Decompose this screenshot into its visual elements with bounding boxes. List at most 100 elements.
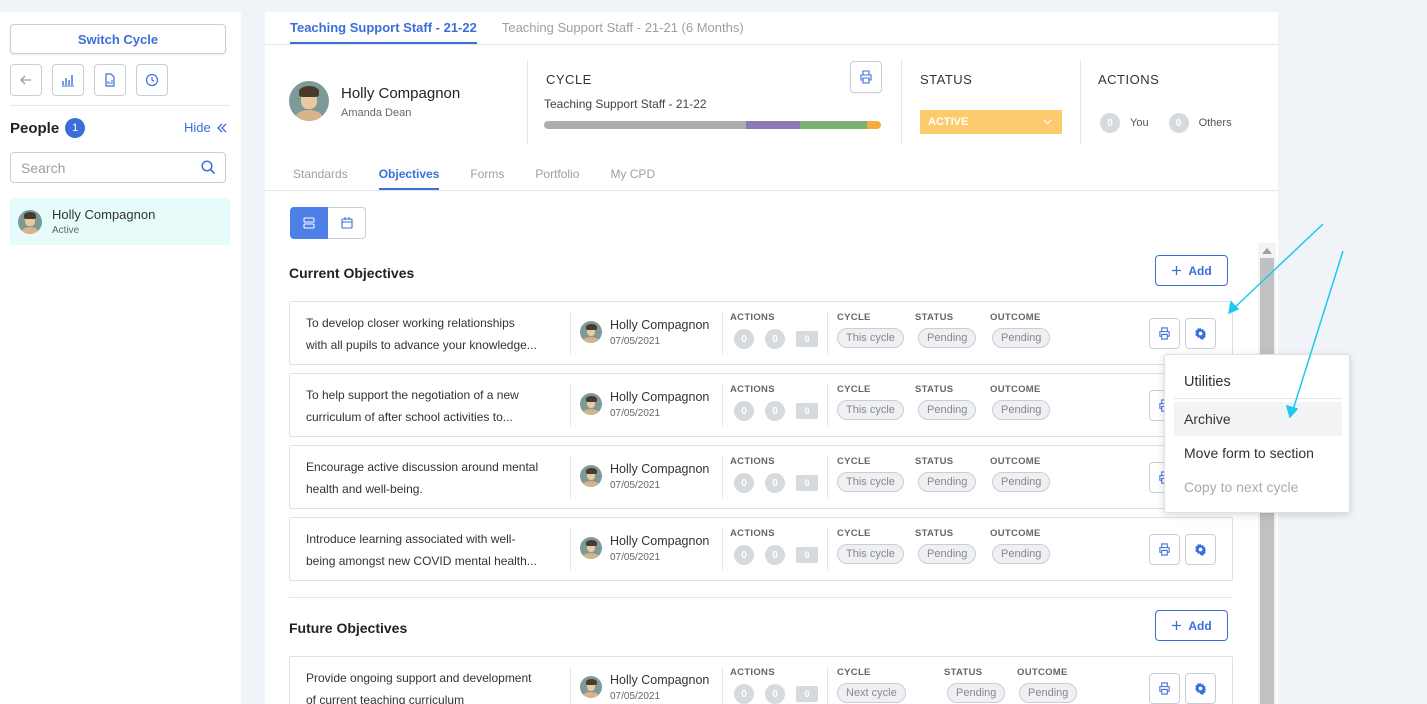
objective-action-counts: 000 bbox=[734, 684, 818, 704]
add-future-objective-button[interactable]: Add bbox=[1155, 610, 1228, 641]
printer-icon bbox=[860, 70, 872, 84]
objective-description[interactable]: Introduce learning associated with well-… bbox=[306, 528, 568, 572]
actions-col-label: ACTIONS bbox=[730, 456, 775, 467]
print-button[interactable] bbox=[850, 61, 882, 93]
objective-date: 07/05/2021 bbox=[610, 336, 661, 347]
person-list-item[interactable]: Holly Compagnon Active bbox=[10, 198, 230, 245]
clock-icon bbox=[145, 73, 159, 87]
status-col-label: STATUS bbox=[915, 312, 954, 323]
tab-objectives[interactable]: Objectives bbox=[378, 167, 440, 190]
person-role: Amanda Dean bbox=[341, 107, 412, 119]
objective-text-line: with all pupils to advance your knowledg… bbox=[306, 338, 537, 352]
report-button[interactable] bbox=[94, 64, 126, 96]
hide-people-link[interactable]: Hide bbox=[184, 120, 227, 135]
divider bbox=[570, 667, 571, 704]
status-value: ACTIVE bbox=[928, 116, 969, 128]
folder-count: 0 bbox=[804, 334, 810, 344]
printer-icon bbox=[1159, 543, 1170, 556]
list-icon bbox=[303, 217, 315, 229]
menu-item-archive[interactable]: Archive bbox=[1174, 402, 1342, 436]
objective-text-line: health and well-being. bbox=[306, 482, 423, 496]
tab-cycle-21-22[interactable]: Teaching Support Staff - 21-22 bbox=[290, 12, 477, 44]
menu-header-utilities: Utilities bbox=[1184, 374, 1231, 390]
add-current-objective-button[interactable]: Add bbox=[1155, 255, 1228, 286]
hide-label: Hide bbox=[184, 120, 211, 135]
switch-cycle-button[interactable]: Switch Cycle bbox=[10, 24, 226, 54]
outcome-col-label: OUTCOME bbox=[990, 456, 1041, 467]
objective-row[interactable]: To develop closer working relationships w… bbox=[289, 301, 1233, 365]
row-print-button[interactable] bbox=[1149, 534, 1180, 565]
search-icon[interactable] bbox=[201, 160, 216, 175]
row-settings-button[interactable] bbox=[1185, 534, 1216, 565]
back-button[interactable] bbox=[10, 64, 42, 96]
plus-icon bbox=[1172, 266, 1182, 275]
objective-row[interactable]: Introduce learning associated with well-… bbox=[289, 517, 1233, 581]
folder-icon: 0 bbox=[796, 331, 818, 347]
status-pill: Pending bbox=[918, 328, 977, 348]
avatar bbox=[580, 393, 602, 415]
avatar bbox=[289, 81, 329, 121]
main-panel: Teaching Support Staff - 21-22 Teaching … bbox=[265, 12, 1278, 704]
menu-item-move-form[interactable]: Move form to section bbox=[1174, 436, 1342, 470]
objective-text-line: curriculum of after school activities to… bbox=[306, 410, 513, 424]
folder-count: 0 bbox=[804, 406, 810, 416]
printer-icon bbox=[1159, 327, 1170, 340]
row-print-button[interactable] bbox=[1149, 318, 1180, 349]
objective-row[interactable]: Encourage active discussion around menta… bbox=[289, 445, 1233, 509]
outcome-pill: Pending bbox=[1019, 683, 1078, 703]
objective-row[interactable]: Provide ongoing support and development o… bbox=[289, 656, 1233, 704]
calendar-view-button[interactable] bbox=[328, 207, 366, 239]
divider bbox=[570, 456, 571, 498]
cycle-label: CYCLE bbox=[546, 72, 592, 87]
objective-date: 07/05/2021 bbox=[610, 552, 661, 563]
objective-text-line: of current teaching curriculum bbox=[306, 693, 465, 704]
owner-avatar bbox=[580, 537, 602, 559]
divider bbox=[570, 312, 571, 354]
history-button[interactable] bbox=[136, 64, 168, 96]
divider bbox=[265, 44, 1278, 45]
gear-icon bbox=[1194, 327, 1207, 340]
sidebar: Switch Cycle People 1 Hide Holly Compagn… bbox=[0, 12, 241, 704]
cycle-col-label: CYCLE bbox=[837, 384, 871, 395]
objective-description[interactable]: Provide ongoing support and development o… bbox=[306, 667, 568, 704]
others-count: 0 bbox=[1168, 113, 1189, 133]
cycle-pill: This cycle bbox=[837, 472, 904, 492]
status-dropdown[interactable]: ACTIVE bbox=[920, 110, 1062, 134]
owner-name: Holly Compagnon bbox=[610, 318, 710, 332]
row-settings-button[interactable] bbox=[1185, 673, 1216, 704]
folder-icon: 0 bbox=[796, 475, 818, 491]
action-count: 0 bbox=[734, 684, 754, 704]
tab-portfolio[interactable]: Portfolio bbox=[535, 167, 579, 190]
cycle-col-label: CYCLE bbox=[837, 528, 871, 539]
outcome-pill: Pending bbox=[992, 400, 1051, 420]
divider bbox=[827, 528, 828, 570]
owner-avatar bbox=[580, 393, 602, 415]
list-view-button[interactable] bbox=[290, 207, 328, 239]
action-count: 0 bbox=[765, 545, 785, 565]
folder-count: 0 bbox=[804, 550, 810, 560]
status-pill: Pending bbox=[918, 400, 977, 420]
objective-description[interactable]: To help support the negotiation of a new… bbox=[306, 384, 568, 428]
objective-row[interactable]: To help support the negotiation of a new… bbox=[289, 373, 1233, 437]
chart-button[interactable] bbox=[52, 64, 84, 96]
tab-my-cpd[interactable]: My CPD bbox=[610, 167, 655, 190]
folder-count: 0 bbox=[804, 689, 810, 699]
action-count: 0 bbox=[765, 401, 785, 421]
people-count-badge: 1 bbox=[65, 118, 86, 138]
cycle-col-label: CYCLE bbox=[837, 667, 871, 678]
tab-forms[interactable]: Forms bbox=[470, 167, 504, 190]
scroll-up-icon[interactable] bbox=[1262, 248, 1272, 254]
objective-date: 07/05/2021 bbox=[610, 408, 661, 419]
row-print-button[interactable] bbox=[1149, 673, 1180, 704]
objective-date: 07/05/2021 bbox=[610, 691, 661, 702]
cycle-pill: Next cycle bbox=[837, 683, 906, 703]
row-settings-button[interactable] bbox=[1185, 318, 1216, 349]
tab-standards[interactable]: Standards bbox=[293, 167, 348, 190]
objective-description[interactable]: Encourage active discussion around menta… bbox=[306, 456, 568, 500]
menu-item-copy-next-cycle[interactable]: Copy to next cycle bbox=[1174, 470, 1342, 504]
people-search-input[interactable] bbox=[10, 152, 226, 183]
divider bbox=[289, 597, 1233, 598]
action-count: 0 bbox=[765, 684, 785, 704]
objective-description[interactable]: To develop closer working relationships w… bbox=[306, 312, 568, 356]
tab-cycle-21-21[interactable]: Teaching Support Staff - 21-21 (6 Months… bbox=[502, 12, 744, 44]
